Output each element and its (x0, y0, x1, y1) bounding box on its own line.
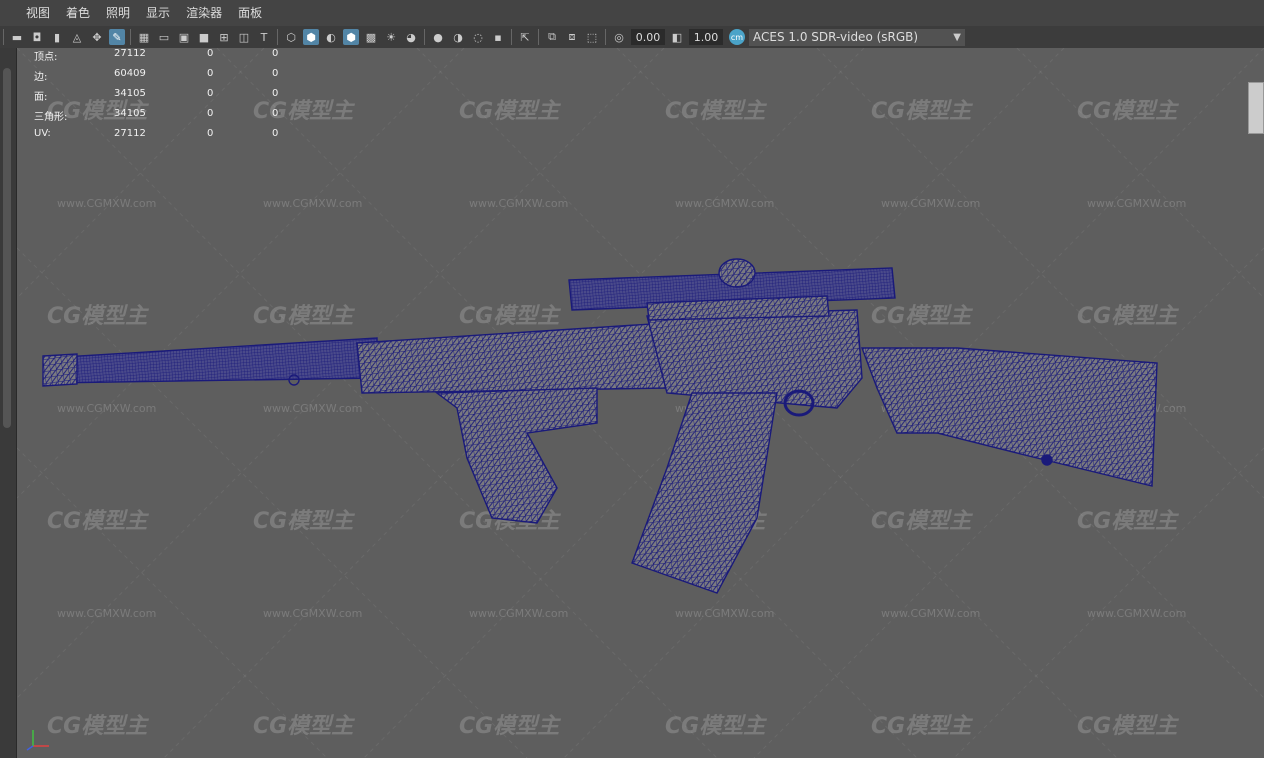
hud-row-faces: 面: 34105 0 0 (34, 88, 314, 103)
toolbar-divider (605, 29, 606, 45)
shadows-icon[interactable]: ◕ (403, 29, 419, 45)
exposure-icon[interactable]: ◎ (611, 29, 627, 45)
hud-row-triangles: 三角形: 34105 0 0 (34, 108, 314, 123)
toolbar-divider (538, 29, 539, 45)
hud-row-uvs: UV: 27112 0 0 (34, 128, 314, 142)
toolbar-divider (511, 29, 512, 45)
menu-panels[interactable]: 面板 (230, 0, 270, 26)
hud-value: 0 (207, 88, 214, 99)
rifle-wireframe-model[interactable] (17, 48, 1264, 758)
exposure-field[interactable]: 0.00 (631, 29, 665, 45)
color-space-label: ACES 1.0 SDR-video (sRGB) (753, 30, 919, 44)
camera-attributes-icon[interactable]: ◘ (29, 29, 45, 45)
safe-action-icon[interactable]: ◫ (236, 29, 252, 45)
anti-aliasing-icon[interactable]: ◌ (470, 29, 486, 45)
toolbar-divider (3, 29, 4, 45)
hud-row-edges: 边: 60409 0 0 (34, 68, 314, 83)
hud-value: 0 (207, 128, 214, 139)
wireframe-on-shaded-icon[interactable]: ⬢ (343, 29, 359, 45)
color-management-icon[interactable]: cm (729, 29, 745, 45)
toolbar-divider (130, 29, 131, 45)
scrollbar-thumb[interactable] (3, 68, 11, 428)
grid-icon[interactable]: ▦ (136, 29, 152, 45)
hud-label: UV: (34, 128, 51, 139)
viewport-toolbar: ▬ ◘ ▮ ◬ ✥ ✎ ▦ ▭ ▣ ■ ⊞ ◫ T ⬡ ⬢ ◐ ⬢ ▩ ☀ ◕ … (0, 26, 1264, 48)
hud-value: 0 (272, 88, 279, 99)
gamma-icon[interactable]: ◧ (669, 29, 685, 45)
gate-mask-icon[interactable]: ■ (196, 29, 212, 45)
axis-gizmo-icon (26, 730, 49, 751)
hud-label: 三角形: (34, 112, 68, 123)
menu-show[interactable]: 显示 (138, 0, 178, 26)
color-space-dropdown[interactable]: ACES 1.0 SDR-video (sRGB) ▼ (749, 28, 965, 46)
hud-value: 34105 (114, 108, 146, 119)
view-cube[interactable] (1248, 82, 1264, 134)
toolbar-divider (424, 29, 425, 45)
two-d-pan-icon[interactable]: ✥ (89, 29, 105, 45)
toolbar-divider (277, 29, 278, 45)
ambient-occlusion-icon[interactable]: ● (430, 29, 446, 45)
image-plane-icon[interactable]: ◬ (69, 29, 85, 45)
wireframe-icon[interactable]: ⬡ (283, 29, 299, 45)
bookmark-icon[interactable]: ▮ (49, 29, 65, 45)
menu-lighting[interactable]: 照明 (98, 0, 138, 26)
hud-row-vertices: 顶点: 27112 0 0 (34, 48, 314, 63)
xray-joints-icon[interactable]: ⧈ (564, 29, 580, 45)
hud-value: 60409 (114, 68, 146, 79)
select-camera-icon[interactable]: ▬ (9, 29, 25, 45)
menubar: 视图 着色 照明 显示 渲染器 面板 (0, 0, 1264, 26)
left-scroll-strip (0, 48, 17, 758)
hud-value: 0 (207, 108, 214, 119)
textured-icon[interactable]: ▩ (363, 29, 379, 45)
lights-icon[interactable]: ☀ (383, 29, 399, 45)
menu-view[interactable]: 视图 (0, 0, 58, 26)
hud-value: 0 (272, 68, 279, 79)
hud-value: 0 (207, 68, 214, 79)
hud-value: 34105 (114, 88, 146, 99)
hud-value: 27112 (114, 128, 146, 139)
viewport[interactable]: CG模型主 www.CGMXW.com CG模型主 www.CGMXW.com CG模型… (17, 48, 1264, 758)
isolate-select-icon[interactable]: ⇱ (517, 29, 533, 45)
grease-pencil-icon[interactable]: ✎ (109, 29, 125, 45)
chevron-down-icon: ▼ (953, 31, 961, 43)
hud-value: 0 (207, 48, 214, 59)
smooth-shade-icon[interactable]: ⬢ (303, 29, 319, 45)
hud-value: 27112 (114, 48, 146, 59)
hud-label: 顶点: (34, 52, 58, 63)
resolution-gate-icon[interactable]: ▣ (176, 29, 192, 45)
field-chart-icon[interactable]: ⊞ (216, 29, 232, 45)
hud-label: 边: (34, 72, 48, 83)
xray-components-icon[interactable]: ⬚ (584, 29, 600, 45)
xray-icon[interactable]: ⧉ (544, 29, 560, 45)
menu-renderer[interactable]: 渲染器 (178, 0, 230, 26)
gamma-field[interactable]: 1.00 (689, 29, 723, 45)
safe-title-icon[interactable]: T (256, 29, 272, 45)
hud-value: 0 (272, 128, 279, 139)
menu-shading[interactable]: 着色 (58, 0, 98, 26)
film-gate-icon[interactable]: ▭ (156, 29, 172, 45)
depth-of-field-icon[interactable]: ▪ (490, 29, 506, 45)
hud-label: 面: (34, 92, 48, 103)
hud-value: 0 (272, 108, 279, 119)
hud-value: 0 (272, 48, 279, 59)
default-material-icon[interactable]: ◐ (323, 29, 339, 45)
motion-blur-icon[interactable]: ◑ (450, 29, 466, 45)
